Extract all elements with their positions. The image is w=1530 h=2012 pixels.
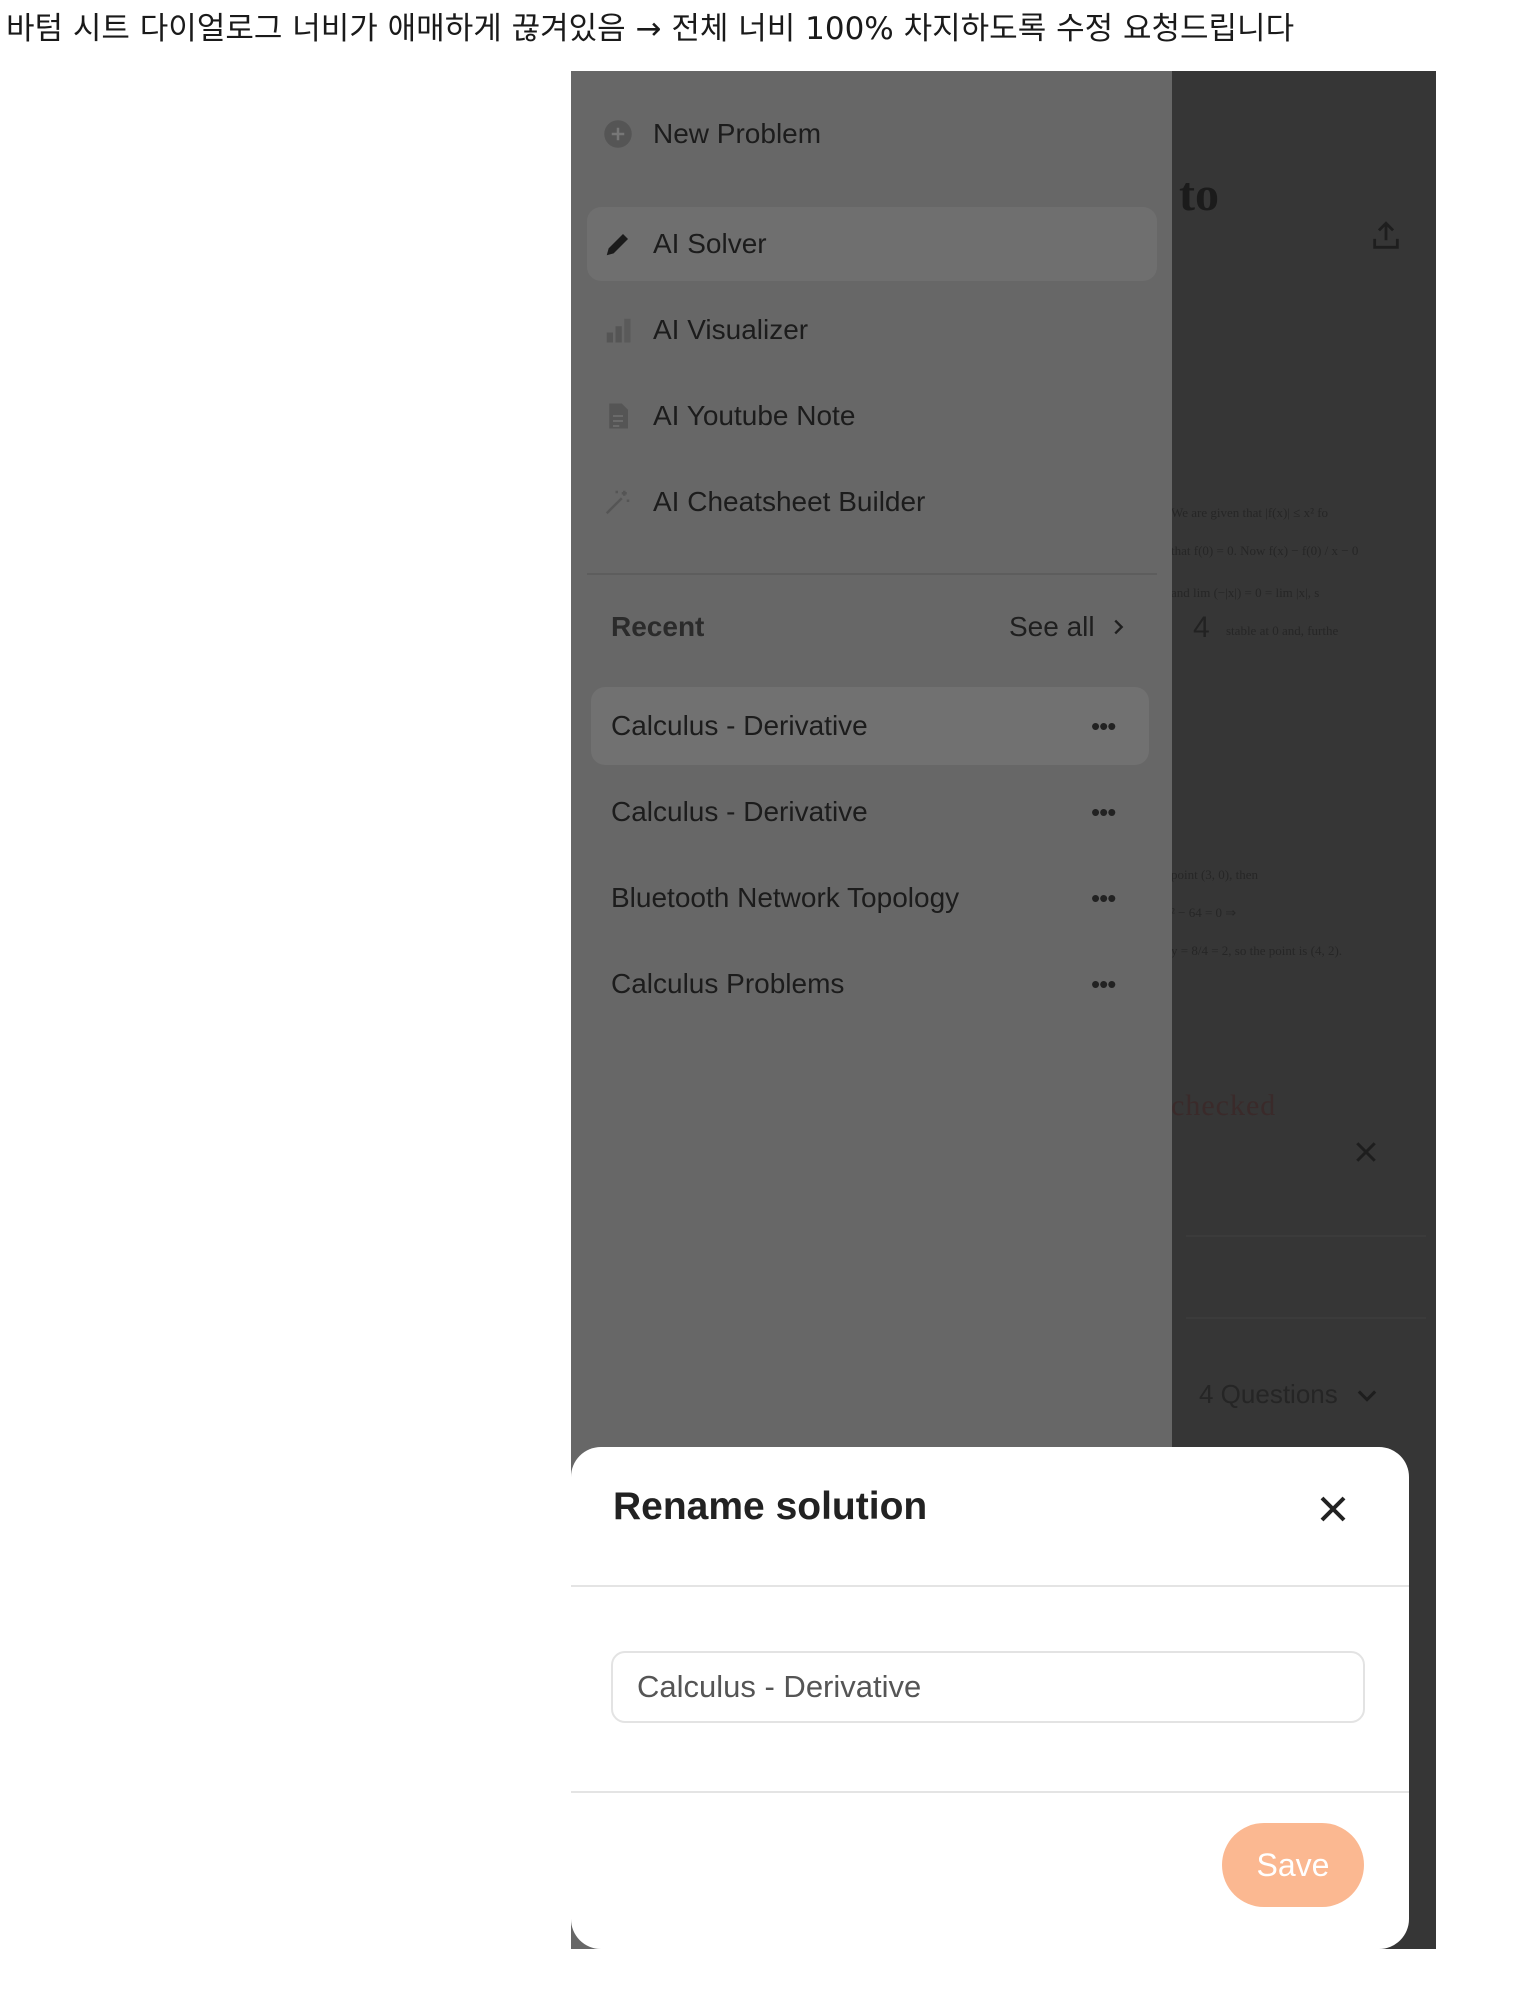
divider [1186, 1317, 1426, 1319]
number-fragment: 4 [1193, 611, 1210, 644]
recent-item[interactable]: Calculus Problems ••• [591, 945, 1149, 1023]
more-options-icon[interactable]: ••• [1091, 885, 1121, 911]
close-icon[interactable] [1351, 1137, 1381, 1167]
see-all-link[interactable]: See all [1009, 601, 1095, 653]
math-line: stable at 0 and, furthe [1226, 623, 1339, 638]
menu-item-ai-youtube-note[interactable]: AI Youtube Note [587, 379, 1157, 453]
save-button[interactable]: Save [1222, 1823, 1364, 1907]
math-line: y = 8/4 = 2, so the point is (4, 2). [1171, 943, 1343, 958]
menu-label: AI Visualizer [653, 314, 809, 345]
share-icon[interactable] [1369, 219, 1403, 253]
menu-item-ai-cheatsheet-builder[interactable]: AI Cheatsheet Builder [587, 465, 1157, 539]
more-options-icon[interactable]: ••• [1091, 799, 1121, 825]
recent-item-label: Bluetooth Network Topology [611, 882, 960, 913]
math-line: ² − 64 = 0 ⇒ [1171, 905, 1237, 920]
math-line: and lim (−|x|) = 0 = lim |x|, s [1171, 585, 1320, 600]
math-line: point (3, 0), then [1171, 867, 1259, 882]
document-icon [609, 403, 628, 429]
menu-item-ai-visualizer[interactable]: AI Visualizer [587, 293, 1157, 367]
recent-item[interactable]: Calculus - Derivative ••• [591, 687, 1149, 765]
feedback-note: 바텀 시트 다이얼로그 너비가 애매하게 끊겨있음 → 전체 너비 100% 차… [6, 11, 1295, 47]
chevron-right-icon[interactable] [1107, 616, 1129, 638]
menu-label: AI Youtube Note [653, 400, 856, 431]
questions-count[interactable]: 4 Questions [1199, 1379, 1338, 1410]
dialog-divider [571, 1585, 1409, 1587]
recent-item-label: Calculus - Derivative [611, 710, 868, 741]
dialog-title: Rename solution [613, 1485, 928, 1528]
recent-item-label: Calculus Problems [611, 968, 845, 999]
phone-screen: to We are given that |f(x)| ≤ x² fo that… [571, 71, 1436, 1949]
math-line: that f(0) = 0. Now f(x) − f(0) / x − 0 [1171, 543, 1359, 558]
menu-label: AI Cheatsheet Builder [653, 486, 926, 517]
checked-badge-fragment: checked [1171, 1089, 1277, 1122]
page-title-fragment: to [1179, 168, 1219, 221]
divider [1186, 1235, 1426, 1237]
more-options-icon[interactable]: ••• [1091, 971, 1121, 997]
menu-item-ai-solver[interactable]: AI Solver [587, 207, 1157, 281]
sidebar-divider [587, 573, 1157, 575]
recent-item-label: Calculus - Derivative [611, 796, 868, 827]
chevron-down-icon[interactable] [1353, 1381, 1381, 1409]
recent-item[interactable]: Bluetooth Network Topology ••• [591, 859, 1149, 937]
plus-circle-icon [604, 120, 632, 148]
dialog-divider [571, 1791, 1409, 1793]
more-options-icon[interactable]: ••• [1091, 713, 1121, 739]
magic-wand-icon [605, 490, 630, 515]
new-problem-button[interactable]: New Problem [587, 97, 1157, 171]
menu-label: AI Solver [653, 228, 767, 259]
close-icon[interactable] [1311, 1487, 1355, 1531]
math-line: We are given that |f(x)| ≤ x² fo [1171, 505, 1329, 520]
pencil-icon [606, 234, 628, 256]
rename-bottom-sheet: Rename solution Save [571, 1447, 1409, 1949]
recent-item[interactable]: Calculus - Derivative ••• [591, 773, 1149, 851]
new-problem-label: New Problem [653, 118, 822, 149]
rename-input[interactable] [611, 1651, 1365, 1723]
recent-heading: Recent [611, 611, 705, 642]
bar-chart-icon [606, 318, 631, 343]
